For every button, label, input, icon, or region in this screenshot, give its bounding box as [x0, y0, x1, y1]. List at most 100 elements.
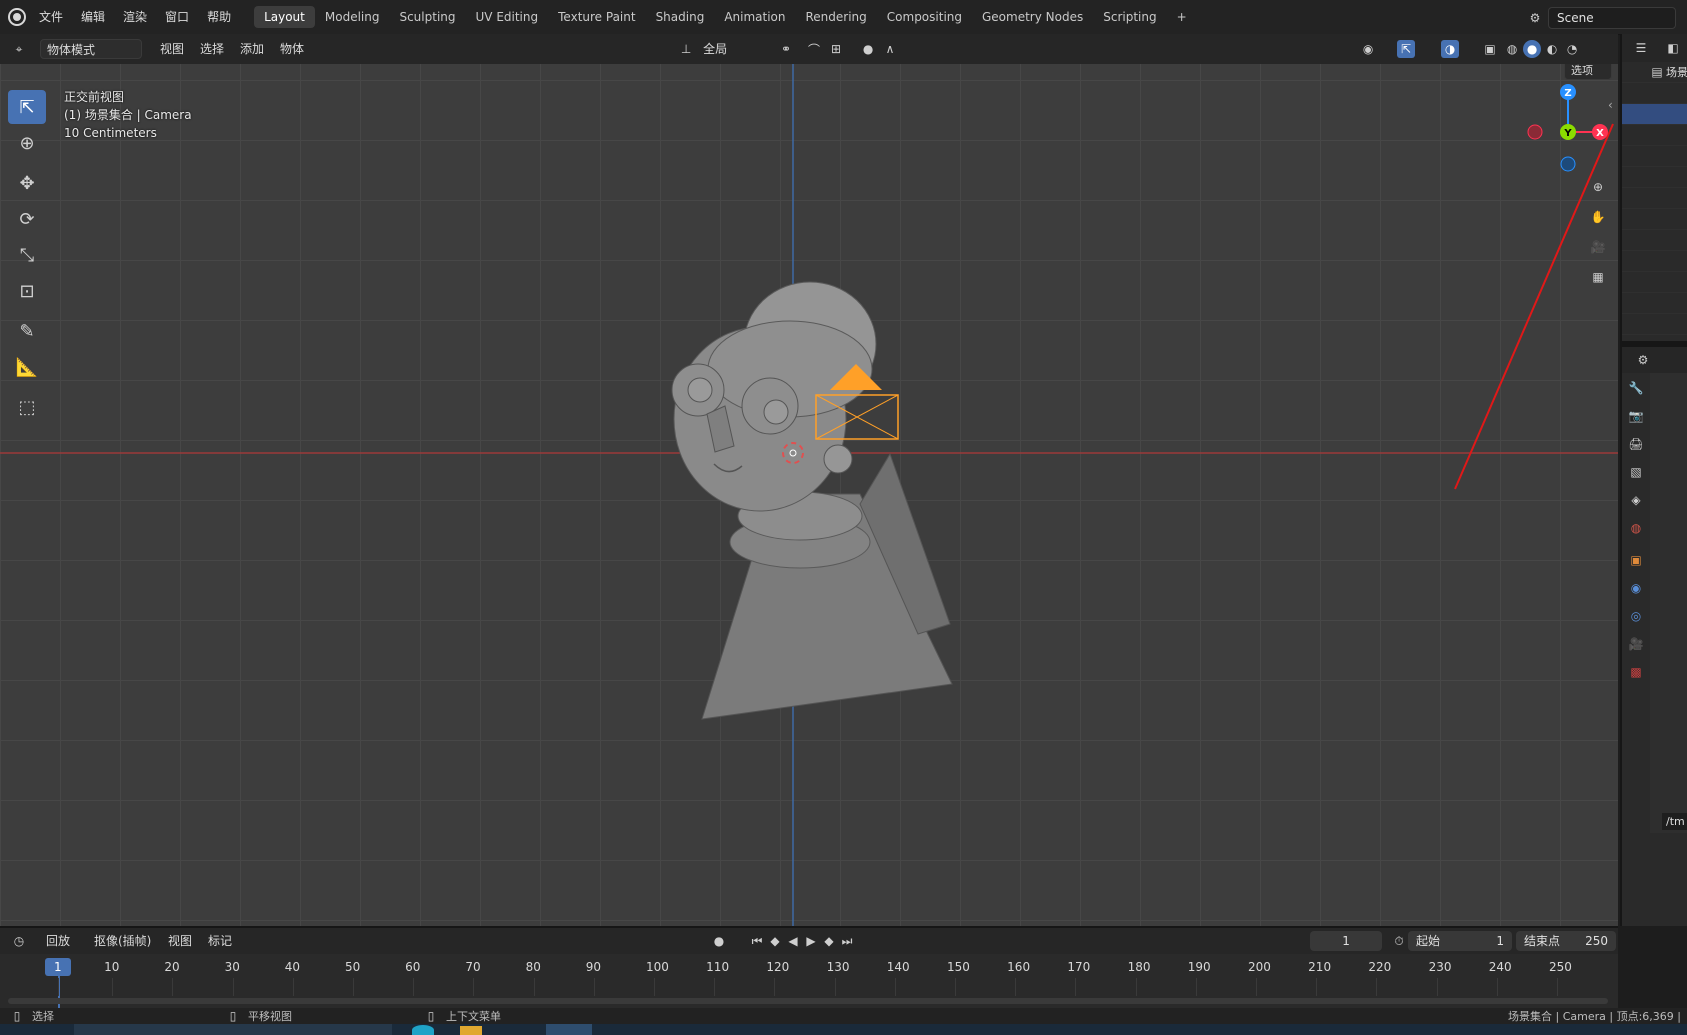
physics-tab-icon[interactable]: ◎ [1627, 607, 1645, 625]
menu-file[interactable]: 文件 [30, 0, 72, 34]
outliner-editor-icon[interactable]: ☰ [1632, 39, 1650, 57]
move-tool-icon[interactable]: ✥ [8, 166, 46, 200]
tab-modeling[interactable]: Modeling [315, 6, 390, 28]
xray-icon[interactable]: ▣ [1481, 40, 1499, 58]
rotate-tool-icon[interactable]: ⟳ [8, 202, 46, 236]
jump-end-icon[interactable]: ⏭ [838, 932, 856, 950]
zoom-icon[interactable]: ⊕ [1587, 176, 1609, 198]
tab-shading[interactable]: Shading [646, 6, 715, 28]
play-icon[interactable]: ▶ [802, 932, 820, 950]
data-tab-icon[interactable]: 🎥 [1627, 635, 1645, 653]
transform-tool-icon[interactable]: ⊡ [8, 274, 46, 308]
list-item[interactable] [1622, 188, 1687, 209]
output-path-field[interactable]: /tm [1662, 813, 1687, 830]
annotate-tool-icon[interactable]: ✎ [8, 314, 46, 348]
list-item[interactable] [1622, 167, 1687, 188]
record-icon[interactable]: ● [710, 932, 728, 950]
tool-tab-icon[interactable]: 🔧 [1627, 379, 1645, 397]
outliner-filter-icon[interactable]: ◧ [1664, 39, 1682, 57]
timeline-editor-icon[interactable]: ◷ [10, 932, 28, 950]
preview-range-icon[interactable]: ⏱ [1390, 932, 1408, 950]
sidebar-toggle-icon[interactable]: ‹ [1608, 98, 1613, 112]
menu-select[interactable]: 选择 [192, 34, 232, 64]
gizmo-toggle-icon[interactable]: ⇱ [1397, 40, 1416, 58]
texture-tab-icon[interactable]: ▩ [1627, 663, 1645, 681]
next-keyframe-icon[interactable]: ◆ [820, 932, 838, 950]
list-item[interactable] [1622, 146, 1687, 167]
tab-sculpting[interactable]: Sculpting [389, 6, 465, 28]
transform-orientation-dropdown[interactable]: 全局 [697, 39, 765, 59]
blender-logo-icon[interactable] [8, 8, 26, 26]
playback-menu[interactable]: 回放 [40, 931, 82, 951]
view-layer-tab-icon[interactable]: ▧ [1627, 463, 1645, 481]
overlay-toggle-icon[interactable]: ◑ [1441, 40, 1460, 58]
menu-window[interactable]: 窗口 [156, 0, 198, 34]
shading-material-icon[interactable]: ◐ [1543, 40, 1561, 58]
pin-icon[interactable]: ✎ [1682, 9, 1687, 27]
play-reverse-icon[interactable]: ◀ [784, 932, 802, 950]
scene-icon[interactable]: ⚙ [1526, 9, 1544, 27]
render-tab-icon[interactable]: 📷 [1627, 407, 1645, 425]
list-item[interactable] [1622, 272, 1687, 293]
taskbar-edge-icon[interactable] [412, 1025, 434, 1035]
output-tab-icon[interactable]: 🖨 [1627, 435, 1645, 453]
taskbar-search[interactable] [74, 1024, 392, 1035]
scale-tool-icon[interactable]: ⤡ [8, 238, 46, 272]
pivot-icon[interactable]: ⚭ [777, 40, 795, 58]
menu-object[interactable]: 物体 [272, 34, 312, 64]
menu-add[interactable]: 添加 [232, 34, 272, 64]
timeline-scrollbar[interactable] [8, 998, 1608, 1004]
tab-texture-paint[interactable]: Texture Paint [548, 6, 645, 28]
menu-view[interactable]: 视图 [152, 34, 192, 64]
frame-ruler[interactable]: 1 10 20 30 40 50 60 70 80 90 100 110 120 130 140 150 160… [0, 954, 1618, 1010]
jump-start-icon[interactable]: ⏮ [748, 932, 766, 950]
modifier-tab-icon[interactable]: ◉ [1627, 579, 1645, 597]
grid-view-icon[interactable]: ▦ [1587, 266, 1609, 288]
camera-view-icon[interactable]: 🎥 [1587, 236, 1609, 258]
tab-scripting[interactable]: Scripting [1093, 6, 1166, 28]
tab-rendering[interactable]: Rendering [796, 6, 877, 28]
tab-uv-editing[interactable]: UV Editing [466, 6, 549, 28]
menu-help[interactable]: 帮助 [198, 0, 240, 34]
timeline-marker-menu[interactable]: 标记 [200, 928, 240, 954]
list-item[interactable] [1622, 314, 1687, 335]
list-item-selected[interactable] [1622, 104, 1687, 125]
outliner-scene-row[interactable]: ▤ 场景 [1622, 62, 1687, 83]
editor-type-icon[interactable]: ⌖ [10, 40, 28, 58]
shading-solid-icon[interactable]: ● [1523, 40, 1542, 58]
add-workspace-button[interactable]: + [1167, 6, 1197, 28]
visibility-icon[interactable]: ◉ [1359, 40, 1377, 58]
falloff-icon[interactable]: ∧ [881, 40, 899, 58]
options-dropdown[interactable]: 选项 [1564, 64, 1612, 80]
object-tab-icon[interactable]: ▣ [1627, 551, 1645, 569]
add-cube-tool-icon[interactable]: ⬚ [8, 390, 46, 424]
select-tool-icon[interactable]: ⇱ [8, 90, 46, 124]
prev-keyframe-icon[interactable]: ◆ [766, 932, 784, 950]
menu-render[interactable]: 渲染 [114, 0, 156, 34]
proportional-edit-icon[interactable]: ● [859, 40, 877, 58]
3d-viewport[interactable]: Z Y X 正交前视图 (1) 场景集合 | Camera 10 Centime… [0, 64, 1618, 926]
taskbar-folder-icon[interactable] [460, 1026, 482, 1035]
measure-tool-icon[interactable]: 📐 [8, 350, 46, 384]
list-item[interactable] [1622, 251, 1687, 272]
snap-icon[interactable]: ⌒ [805, 40, 823, 58]
tab-animation[interactable]: Animation [714, 6, 795, 28]
tab-layout[interactable]: Layout [254, 6, 315, 28]
cursor-tool-icon[interactable]: ⊕ [8, 126, 46, 160]
current-frame-field[interactable]: 1 [1310, 931, 1383, 951]
shading-rendered-icon[interactable]: ◔ [1563, 40, 1581, 58]
mode-dropdown[interactable]: 物体模式 [40, 39, 142, 59]
list-item[interactable] [1622, 209, 1687, 230]
list-item[interactable] [1622, 125, 1687, 146]
hand-pan-icon[interactable]: ✋ [1587, 206, 1609, 228]
snap-target-icon[interactable]: ⊞ [827, 40, 845, 58]
list-item[interactable] [1622, 293, 1687, 314]
properties-editor-icon[interactable]: ⚙ [1634, 351, 1652, 369]
scene-tab-icon[interactable]: ◈ [1627, 491, 1645, 509]
end-frame-field[interactable]: 结束点 250 [1516, 931, 1617, 951]
tab-geometry-nodes[interactable]: Geometry Nodes [972, 6, 1093, 28]
shading-wireframe-icon[interactable]: ◍ [1503, 40, 1521, 58]
timeline-view-menu[interactable]: 视图 [160, 928, 200, 954]
list-item[interactable] [1622, 230, 1687, 251]
start-frame-field[interactable]: 起始 1 [1408, 931, 1513, 951]
